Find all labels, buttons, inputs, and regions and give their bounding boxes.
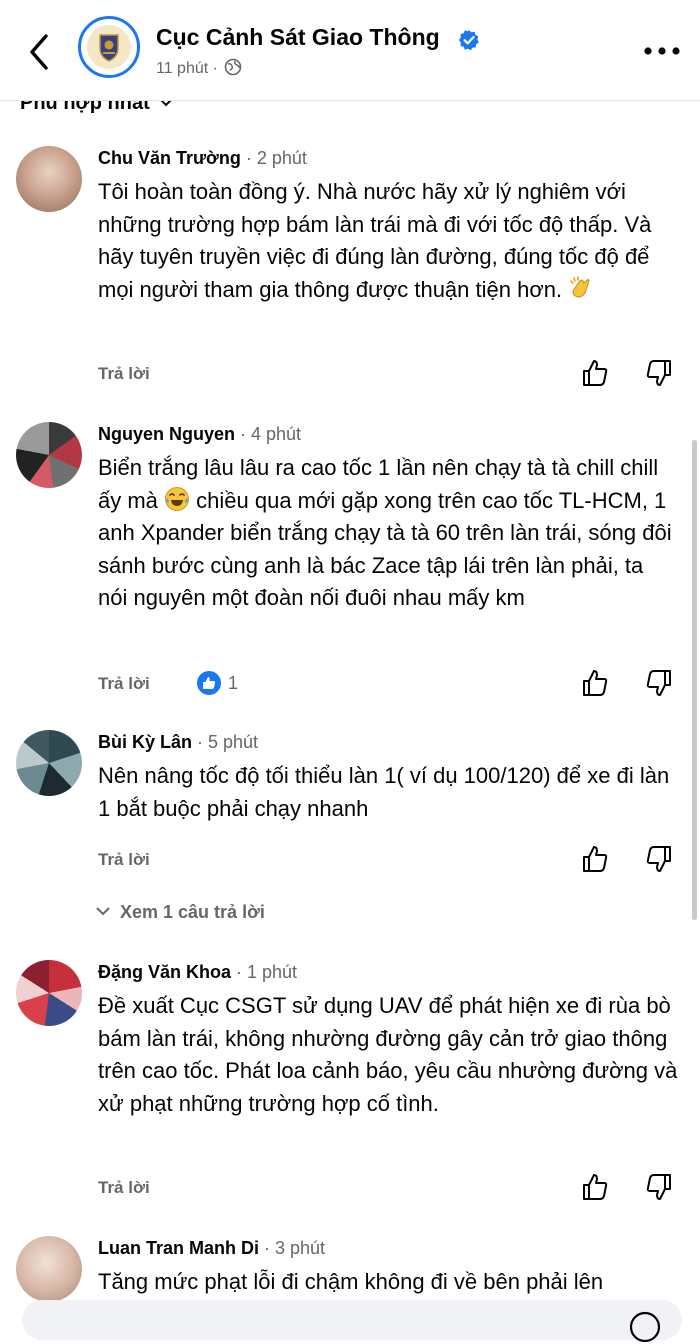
comment-text: Đề xuất Cục CSGT sử dụng UAV để phát hiệ…: [98, 993, 678, 1116]
thumbs-up-icon[interactable]: [580, 358, 610, 388]
reply-button[interactable]: Trả lời: [98, 1178, 150, 1198]
comment-header: Nguyen Nguyen · 4 phút: [98, 424, 301, 445]
reaction-summary[interactable]: 1: [196, 670, 238, 696]
comment-author[interactable]: Luan Tran Manh Di: [98, 1238, 259, 1258]
reply-button[interactable]: Trả lời: [98, 364, 150, 384]
comment-time: · 3 phút: [259, 1238, 326, 1258]
chevron-down-icon: [96, 907, 110, 916]
laughing-tears-emoji: [165, 486, 190, 511]
avatar[interactable]: [16, 1236, 82, 1302]
comment-text: Tôi hoàn toàn đồng ý. Nhà nước hãy xử lý…: [98, 176, 678, 306]
verified-badge-icon: [459, 30, 479, 51]
like-reaction-icon: [197, 671, 221, 695]
thumbs-down-icon[interactable]: [644, 668, 674, 698]
like-count: 1: [228, 672, 239, 693]
comment-time: · 1 phút: [231, 962, 298, 982]
comment-time: · 2 phút: [240, 148, 307, 168]
view-replies-label: Xem 1 câu trả lời: [120, 902, 265, 922]
thumbs-down-icon[interactable]: [644, 1172, 674, 1202]
avatar[interactable]: [16, 730, 82, 796]
avatar[interactable]: [16, 422, 82, 488]
page-name[interactable]: Cục Cảnh Sát Giao Thông: [156, 24, 440, 51]
post-time-text: 11 phút ·: [156, 60, 218, 77]
globe-icon: [224, 58, 242, 76]
comment-text: Tăng mức phạt lỗi đi chậm không đi về bê…: [98, 1269, 604, 1294]
avatar[interactable]: [16, 960, 82, 1026]
comment-author[interactable]: Nguyen Nguyen: [98, 424, 235, 444]
comment-text: Nên nâng tốc độ tối thiểu làn 1( ví dụ 1…: [98, 763, 670, 821]
emoji-picker-icon[interactable]: [628, 1310, 662, 1344]
comment-author[interactable]: Bùi Kỳ Lân: [98, 732, 192, 752]
thumbs-up-icon[interactable]: [580, 1172, 610, 1202]
thumbs-up-icon[interactable]: [580, 668, 610, 698]
post-time: 11 phút ·: [156, 58, 242, 78]
comment-composer[interactable]: [22, 1300, 682, 1340]
thumbs-up-icon[interactable]: [580, 844, 610, 874]
back-arrow-icon[interactable]: [22, 30, 58, 74]
comment-header: Chu Văn Trường · 2 phút: [98, 148, 307, 169]
thumbs-down-icon[interactable]: [644, 358, 674, 388]
more-icon[interactable]: [642, 44, 682, 58]
comment-time: · 5 phút: [192, 732, 259, 752]
reply-button[interactable]: Trả lời: [98, 850, 150, 870]
page-avatar[interactable]: [78, 16, 140, 78]
page-logo: [87, 25, 131, 69]
avatar[interactable]: [16, 146, 82, 212]
scrollbar[interactable]: [692, 440, 697, 920]
reply-button[interactable]: Trả lời: [98, 674, 150, 694]
comment-author[interactable]: Đặng Văn Khoa: [98, 962, 231, 982]
clapping-hands-emoji: [570, 275, 590, 298]
comment-header: Đặng Văn Khoa · 1 phút: [98, 962, 297, 983]
comment-text: Biển trắng lâu lâu ra cao tốc 1 lần nên …: [98, 452, 678, 615]
post-header: Cục Cảnh Sát Giao Thông 11 phút ·: [0, 0, 700, 101]
comment-header: Luan Tran Manh Di · 3 phút: [98, 1238, 325, 1259]
comment-author[interactable]: Chu Văn Trường: [98, 148, 241, 168]
comment-time: · 4 phút: [235, 424, 302, 444]
thumbs-down-icon[interactable]: [644, 844, 674, 874]
view-replies-link[interactable]: Xem 1 câu trả lời: [96, 902, 265, 923]
comment-header: Bùi Kỳ Lân · 5 phút: [98, 732, 258, 753]
